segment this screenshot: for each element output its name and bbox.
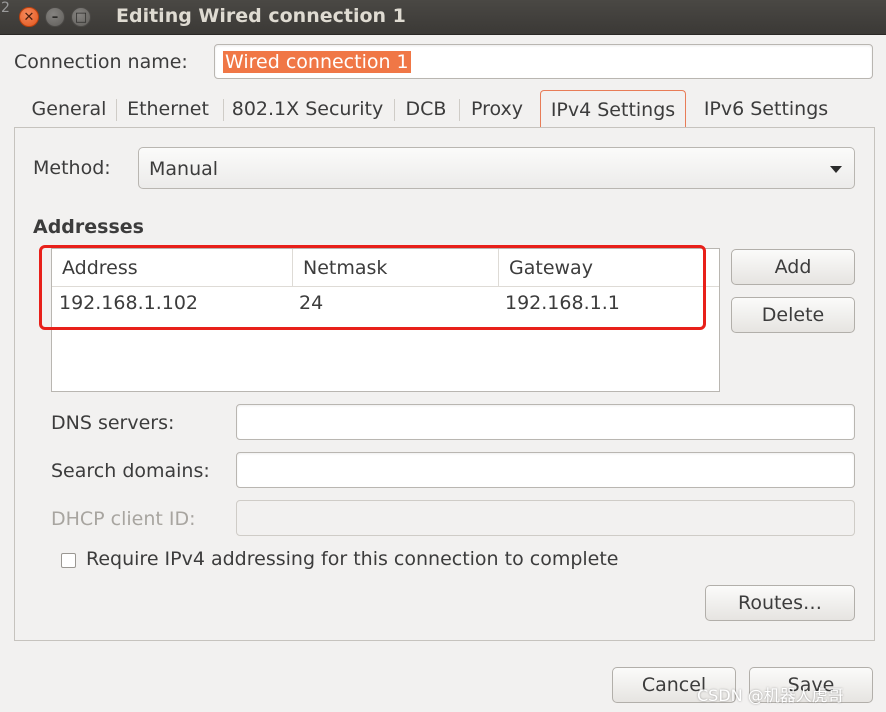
tab-8021x-security[interactable]: 802.1X Security [225,90,390,128]
edit-connection-dialog: 2 ✕ – □ Editing Wired connection 1 Conne… [0,0,886,712]
tab-ethernet[interactable]: Ethernet [118,90,218,128]
tab-bar: General Ethernet 802.1X Security DCB Pro… [14,90,872,128]
method-label: Method: [33,157,111,179]
delete-address-button[interactable]: Delete [731,297,855,333]
tab-dcb[interactable]: DCB [396,90,456,128]
tab-separator [459,99,460,121]
dhcp-client-id-input [236,500,855,536]
column-header-gateway[interactable]: Gateway [499,249,719,287]
dns-servers-input[interactable] [236,404,855,440]
tab-ipv6-settings[interactable]: IPv6 Settings [696,90,836,128]
dhcp-client-id-label: DHCP client ID: [51,508,196,530]
tab-separator [116,99,117,121]
dropdown-arrow-icon [830,166,842,173]
add-address-button[interactable]: Add [731,249,855,285]
search-domains-label: Search domains: [51,460,210,482]
column-header-netmask[interactable]: Netmask [293,249,499,287]
dns-servers-label: DNS servers: [51,412,175,434]
method-dropdown[interactable]: Manual [138,147,855,189]
minimize-icon[interactable]: – [45,7,65,27]
maximize-icon[interactable]: □ [71,7,91,27]
tab-ipv4-settings[interactable]: IPv4 Settings [540,90,686,128]
method-value: Manual [149,158,219,180]
address-cell[interactable]: 192.168.1.102 [59,292,198,314]
search-domains-input[interactable] [236,452,855,488]
netmask-cell[interactable]: 24 [299,292,323,314]
connection-name-label: Connection name: [14,51,188,73]
tab-proxy[interactable]: Proxy [461,90,533,128]
tab-ipv4-settings-label: IPv4 Settings [550,99,676,121]
titlebar: 2 ✕ – □ Editing Wired connection 1 [0,0,886,35]
connection-name-input[interactable]: Wired connection 1 [214,44,873,79]
tab-general[interactable]: General [24,90,114,128]
require-ipv4-checkbox[interactable] [61,553,76,568]
addresses-heading: Addresses [33,216,144,238]
gateway-cell[interactable]: 192.168.1.1 [505,292,620,314]
window-title: Editing Wired connection 1 [116,5,406,27]
close-icon[interactable]: ✕ [19,7,39,27]
addresses-table[interactable]: Address Netmask Gateway 192.168.1.102 24… [51,248,720,392]
routes-button[interactable]: Routes… [705,585,855,621]
column-header-address[interactable]: Address [52,249,293,287]
watermark-text: CSDN @机器人虎哥 [697,686,844,705]
connection-name-value: Wired connection 1 [223,51,411,73]
tab-separator [223,99,224,121]
titlebar-stray-char: 2 [1,0,10,16]
tab-separator [394,99,395,121]
require-ipv4-label[interactable]: Require IPv4 addressing for this connect… [86,548,619,570]
